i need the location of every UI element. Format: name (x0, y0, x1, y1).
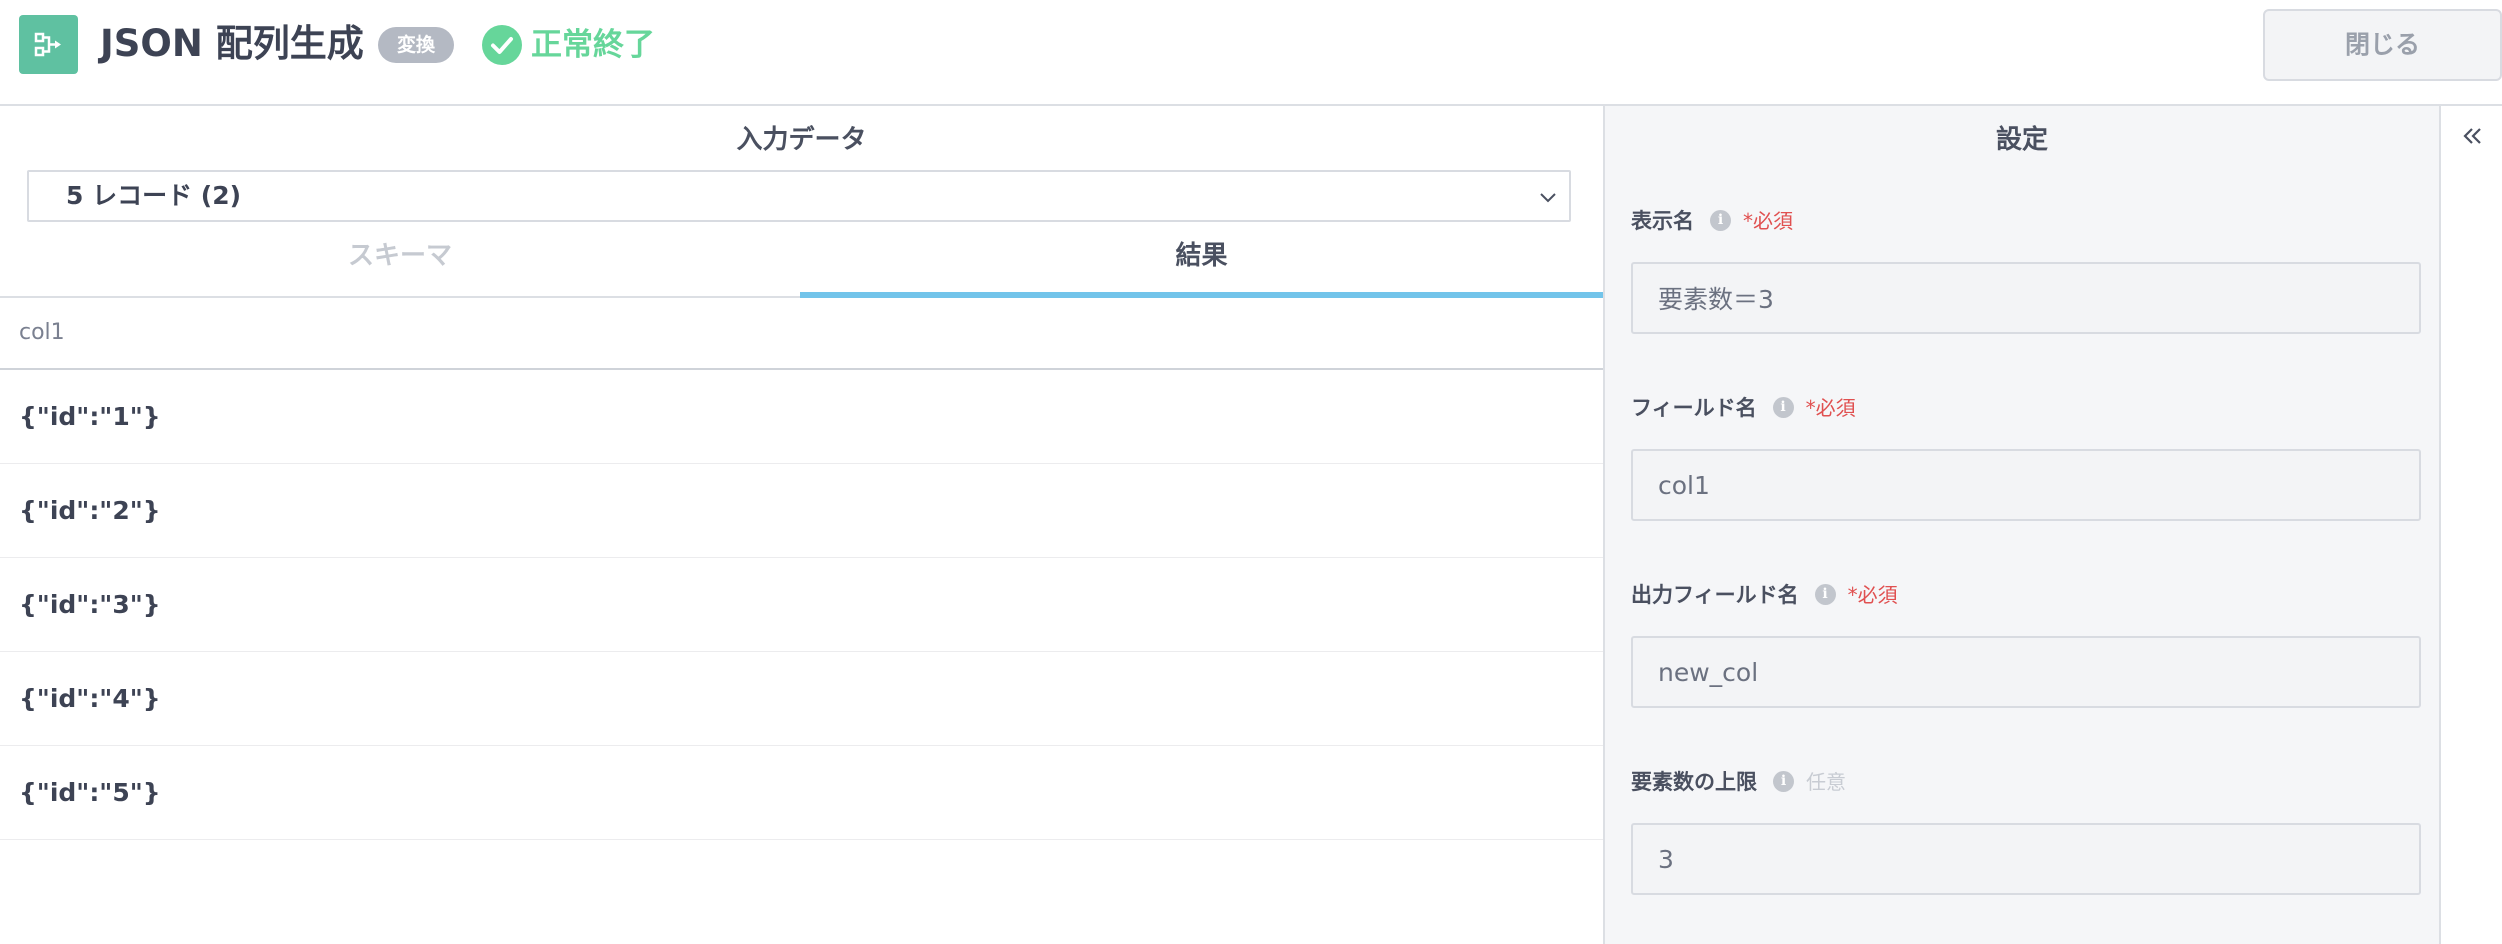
collapse-strip (2441, 106, 2502, 944)
required-marker: *必須 (1805, 396, 1856, 420)
field-name-label: フィールド名 i *必須 (1631, 393, 1856, 423)
table-row: {"id":"3"} (0, 558, 1603, 652)
input-data-title: 入力データ (736, 125, 867, 155)
double-chevron-left-icon[interactable] (2461, 124, 2485, 152)
type-badge: 変換 (378, 27, 454, 63)
element-limit-label-text: 要素数の上限 (1631, 770, 1757, 794)
tab-result[interactable]: 結果 (800, 228, 1603, 298)
record-select[interactable]: 5 レコード (2) (27, 170, 1571, 222)
input-data-panel: 入力データ 5 レコード (2) スキーマ 結果 col1 {"id":"1"}… (0, 106, 1603, 944)
required-marker: *必須 (1847, 583, 1898, 607)
tab-schema[interactable]: スキーマ (0, 228, 800, 298)
table-row: {"id":"5"} (0, 746, 1603, 840)
status-text: 正常終了 (531, 27, 655, 63)
info-icon[interactable]: i (1814, 583, 1836, 605)
page-title: JSON 配列生成 (100, 22, 364, 65)
result-table: col1 {"id":"1"} {"id":"2"} {"id":"3"} {"… (0, 298, 1603, 840)
table-row: {"id":"4"} (0, 652, 1603, 746)
column-header-col1[interactable]: col1 (0, 298, 1603, 370)
optional-marker: 任意 (1806, 770, 1846, 794)
table-row: {"id":"1"} (0, 370, 1603, 464)
info-icon[interactable]: i (1772, 396, 1794, 418)
settings-panel: 設定 表示名 i *必須 フィールド名 i *必須 出力フィールド名 i *必須 要素数の上… (1603, 106, 2441, 944)
element-limit-label: 要素数の上限 i 任意 (1631, 767, 1846, 797)
output-field-name-label: 出力フィールド名 i *必須 (1631, 580, 1898, 610)
check-circle-icon (482, 25, 522, 65)
output-field-name-label-text: 出力フィールド名 (1631, 583, 1799, 607)
field-name-label-text: フィールド名 (1631, 396, 1757, 420)
display-name-label-text: 表示名 (1631, 209, 1694, 233)
element-limit-input[interactable] (1631, 823, 2421, 895)
info-icon[interactable]: i (1773, 770, 1794, 792)
record-select-value: 5 レコード (2) (66, 181, 242, 210)
input-tabs: スキーマ 結果 (0, 228, 1603, 298)
table-row: {"id":"2"} (0, 464, 1603, 558)
chevron-down-icon (1537, 186, 1559, 212)
required-marker: *必須 (1743, 209, 1793, 233)
field-name-input[interactable] (1631, 449, 2421, 521)
display-name-label: 表示名 i *必須 (1631, 206, 1793, 236)
flow-icon (19, 15, 78, 74)
info-icon[interactable]: i (1710, 209, 1731, 231)
output-field-name-input[interactable] (1631, 636, 2421, 708)
header-bar: JSON 配列生成 変換 正常終了 閉じる (0, 0, 2502, 106)
close-button[interactable]: 閉じる (2263, 9, 2502, 81)
settings-title: 設定 (1995, 125, 2048, 155)
display-name-input[interactable] (1631, 262, 2421, 334)
